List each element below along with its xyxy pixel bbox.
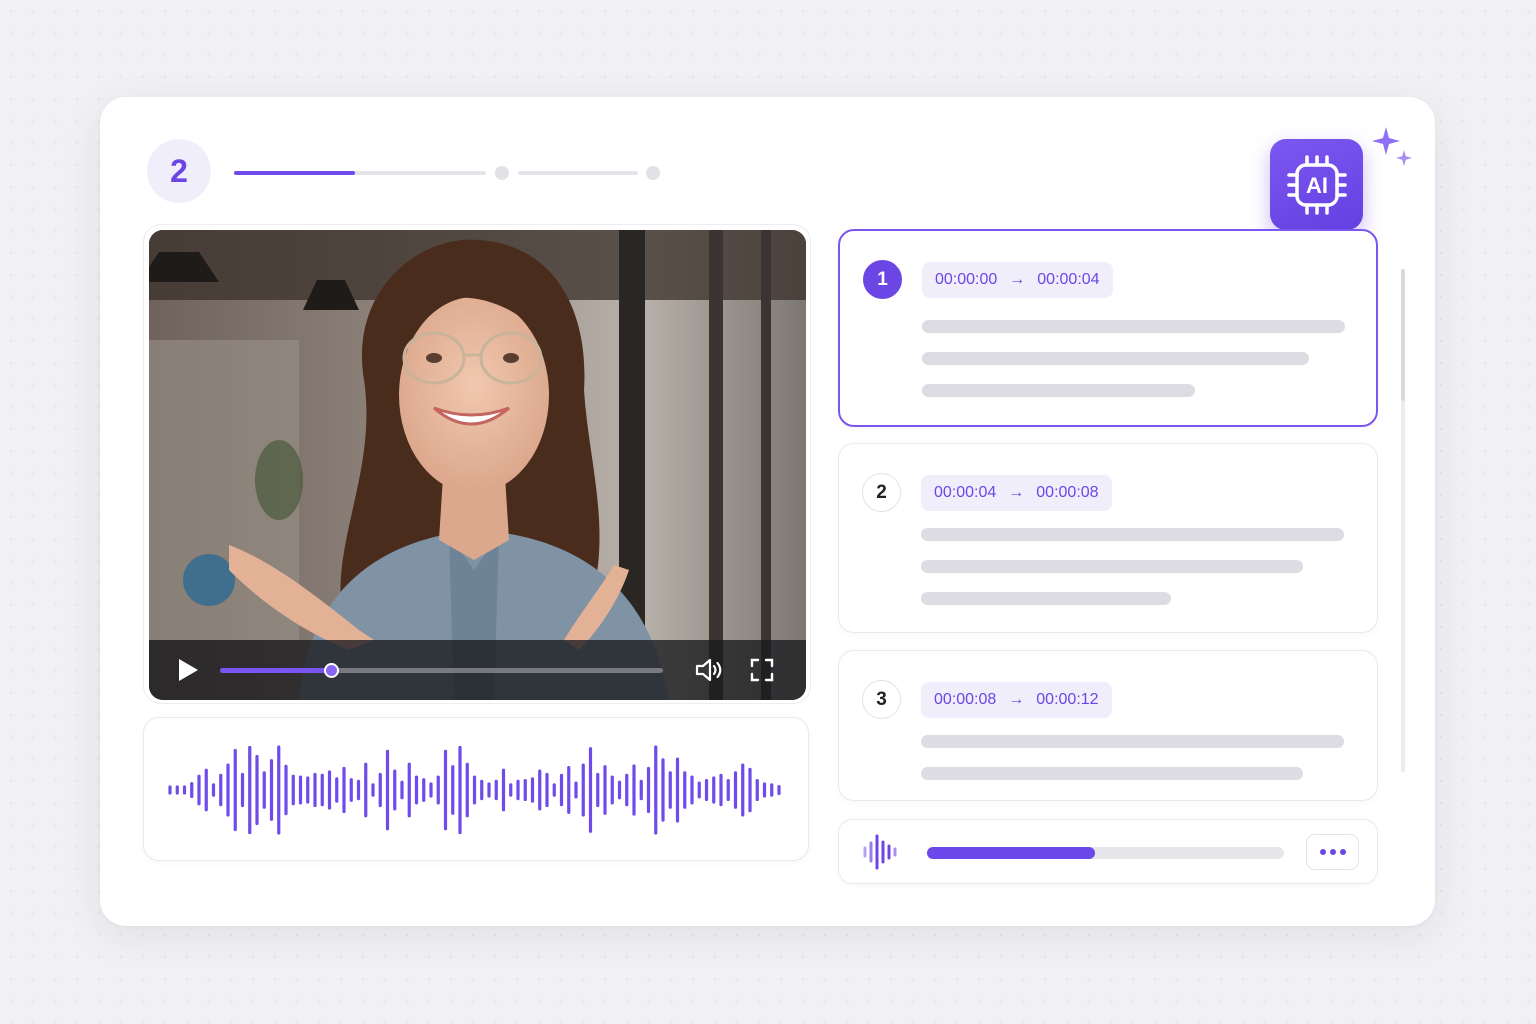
segment-end-time: 00:00:12 [1036,691,1099,708]
segment-number: 2 [862,473,901,512]
video-seek-progress [220,668,331,673]
video-frame[interactable] [149,230,806,700]
transcript-segment-3[interactable]: 3 00:00:08 → 00:00:12 [838,650,1378,801]
audio-playback-bar [838,819,1378,884]
video-thumbnail-person [149,230,806,700]
video-seek-handle[interactable] [323,663,339,678]
ai-label: AI [1306,173,1328,198]
segment-timecode: 00:00:00 → 00:00:04 [922,262,1113,298]
arrow-right-icon: → [1008,691,1025,708]
audio-wave-icon [863,834,897,870]
text-placeholder-line [921,767,1303,780]
play-icon[interactable] [177,658,199,682]
segment-timecode: 00:00:08 → 00:00:12 [921,682,1112,718]
text-placeholder-line [921,528,1344,541]
step-progress-track [518,171,638,175]
more-dots-icon[interactable] [1306,834,1359,870]
audio-waveform-panel [143,717,809,861]
ai-chip-graphic: AI [1286,154,1347,215]
step-progress-track [234,171,486,175]
ai-chip-icon[interactable]: AI [1270,139,1363,230]
sparkle-icon [1372,127,1412,166]
dot [1319,849,1326,855]
segment-end-time: 00:00:04 [1037,271,1100,288]
transcript-segment-1[interactable]: 1 00:00:00 → 00:00:04 [838,229,1378,427]
text-placeholder-line [921,592,1171,605]
arrow-right-icon: → [1008,484,1025,501]
step-number-badge: 2 [147,139,211,203]
step-progress-fill [234,171,355,175]
segment-number: 3 [862,680,901,719]
dot [1329,849,1336,855]
text-placeholder-line [921,735,1344,748]
audio-waveform [168,745,781,835]
dot [1339,849,1346,855]
video-seek-bar[interactable] [220,663,663,678]
transcript-scrollbar[interactable] [1401,269,1405,772]
scrollbar-thumb[interactable] [1401,269,1405,401]
segment-start-time: 00:00:00 [935,271,998,288]
audio-progress-track[interactable] [927,847,1284,859]
text-placeholder-line [922,352,1309,365]
transcript-segment-2[interactable]: 2 00:00:04 → 00:00:08 [838,443,1378,633]
arrow-right-icon: → [1009,271,1026,288]
step-dot [495,166,509,180]
text-placeholder-line [922,320,1345,333]
segment-start-time: 00:00:04 [934,484,997,501]
volume-icon[interactable] [695,657,725,683]
text-placeholder-line [922,384,1195,397]
text-placeholder-line [921,560,1303,573]
main-card: 2 AI 1 00:00:00 → 00:00:04 2 00:00:04 → … [100,97,1435,926]
audio-progress-fill [927,847,1095,859]
video-controls [149,640,806,700]
step-dot [646,166,660,180]
fullscreen-icon[interactable] [750,658,774,682]
video-player [143,224,811,704]
segment-start-time: 00:00:08 [934,691,997,708]
segment-number: 1 [863,260,902,299]
segment-end-time: 00:00:08 [1036,484,1099,501]
segment-timecode: 00:00:04 → 00:00:08 [921,475,1112,511]
